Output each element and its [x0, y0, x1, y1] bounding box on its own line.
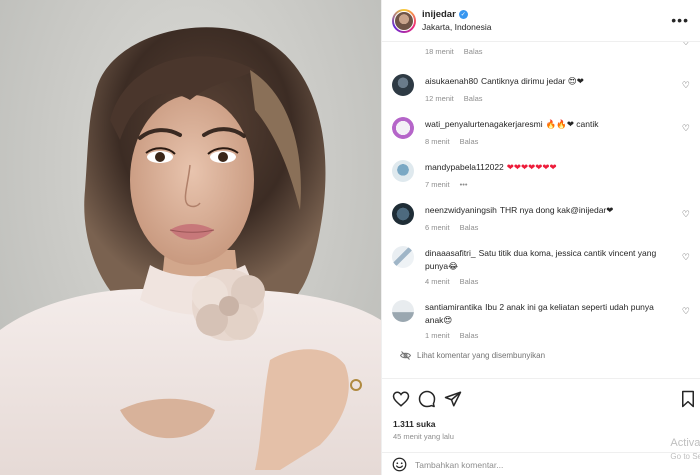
commenter-avatar[interactable] — [392, 74, 414, 96]
commenter-avatar[interactable] — [392, 246, 414, 268]
like-comment-icon[interactable]: ♡ — [682, 210, 690, 219]
post-actions: 1.311 suka 45 menit yang lalu — [382, 378, 700, 475]
windows-activation-watermark: Activa Go to Se — [670, 436, 700, 464]
comment-time: 8 menit — [425, 137, 450, 146]
flower-brooch — [192, 269, 265, 341]
commenter-avatar[interactable] — [392, 117, 414, 139]
post-photo[interactable] — [0, 0, 381, 475]
comment-time: 6 menit — [425, 223, 450, 232]
portrait-image — [0, 27, 381, 475]
commenter-avatar[interactable] — [392, 203, 414, 225]
post-location[interactable]: Jakarta, Indonesia — [422, 22, 491, 32]
comment-text: 🔥🔥❤ cantik — [545, 119, 599, 129]
commenter-username[interactable]: santiamirantika — [425, 302, 482, 312]
comment-time: 1 menit — [425, 331, 450, 340]
like-comment-icon[interactable]: ♡ — [682, 307, 690, 316]
view-hidden-comments-link[interactable]: Lihat komentar yang disembunyikan — [400, 351, 545, 360]
like-comment-icon[interactable]: ♡ — [682, 253, 690, 262]
author-username[interactable]: inijedar — [422, 9, 456, 20]
commenter-username[interactable]: mandypabela112022 — [425, 162, 504, 172]
reply-button[interactable]: Balas — [464, 47, 483, 56]
reply-button[interactable]: Balas — [460, 137, 479, 146]
add-comment-bar — [382, 452, 700, 475]
reply-button[interactable]: Balas — [464, 94, 483, 103]
comment-time: 7 menit — [425, 180, 450, 189]
comment-text: ❤❤❤❤❤❤❤ — [506, 162, 557, 172]
commenter-username[interactable]: neenzwidyaningsih — [425, 205, 497, 215]
comment-time: 12 menit — [425, 94, 454, 103]
comment-time: 18 menit — [425, 47, 454, 56]
post-header: inijedar ✓ Jakarta, Indonesia ••• — [382, 0, 700, 42]
comment-more-icon[interactable]: ••• — [460, 180, 468, 189]
comment-text: THR nya dong kak@inijedar❤ — [499, 205, 614, 215]
comment-time: 4 menit — [425, 277, 450, 286]
reply-button[interactable]: Balas — [460, 331, 479, 340]
comment-text: Cantiknya dirimu jedar 😍❤ — [480, 76, 584, 86]
commenter-avatar[interactable] — [392, 300, 414, 322]
commenter-username[interactable]: wati_penyalurtenagakerjaresmi — [425, 119, 543, 129]
reply-button[interactable]: Balas — [460, 277, 479, 286]
commenter-avatar[interactable] — [392, 160, 414, 182]
watermark-line-2: Go to Se — [670, 452, 700, 461]
post-side-panel: inijedar ✓ Jakarta, Indonesia ••• ♡ 18 m… — [381, 0, 700, 475]
reply-button[interactable]: Balas — [460, 223, 479, 232]
commenter-username[interactable]: aisukaenah80 — [425, 76, 478, 86]
like-comment-icon[interactable]: ♡ — [682, 81, 690, 90]
view-hidden-comments-label: Lihat komentar yang disembunyikan — [417, 351, 546, 360]
add-comment-input[interactable] — [415, 459, 635, 470]
post-timestamp[interactable]: 45 menit yang lalu — [393, 432, 454, 441]
share-send-icon[interactable] — [444, 390, 462, 408]
like-comment-icon[interactable]: ♡ — [682, 42, 690, 47]
commenter-username[interactable]: dinaaasafitri_ — [425, 248, 476, 258]
watermark-line-1: Activa — [670, 437, 700, 449]
more-options-icon[interactable]: ••• — [671, 13, 689, 27]
verified-badge-icon: ✓ — [458, 10, 468, 19]
like-heart-icon[interactable] — [392, 390, 410, 408]
like-comment-icon[interactable]: ♡ — [682, 124, 690, 133]
author-avatar[interactable] — [392, 8, 416, 33]
like-count[interactable]: 1.311 suka — [393, 419, 436, 429]
emoji-smiley-icon[interactable] — [392, 457, 407, 472]
comment-bubble-icon[interactable] — [418, 390, 436, 408]
save-bookmark-icon[interactable] — [679, 390, 697, 408]
eye-slash-icon — [400, 351, 411, 360]
comments-list: ♡ 18 menit Balas aisukaenah80 Cantiknya d… — [382, 42, 700, 378]
